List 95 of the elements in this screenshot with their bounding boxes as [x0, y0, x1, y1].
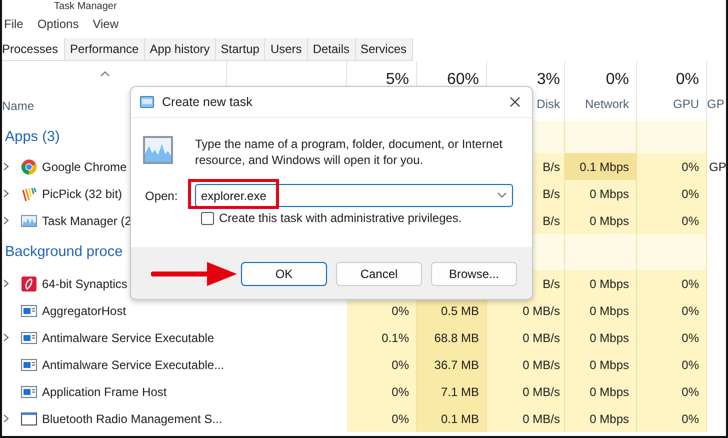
- synaptics-icon: [21, 276, 37, 292]
- table-cell: 0%: [637, 153, 707, 180]
- column-header[interactable]: Disk: [536, 97, 560, 111]
- tab[interactable]: Details: [308, 38, 356, 60]
- tab[interactable]: App history: [144, 38, 216, 60]
- table-cell: GP: [709, 160, 726, 174]
- window-icon: [21, 356, 37, 372]
- process-name: PicPick (32 bit): [42, 186, 122, 200]
- group-heading: Apps (3): [4, 129, 60, 145]
- table-cell: [637, 234, 707, 270]
- column-total: 60%: [446, 71, 479, 90]
- table-cell: 0%: [637, 405, 707, 432]
- window-icon: [21, 384, 37, 400]
- tab[interactable]: Startup: [216, 38, 266, 60]
- table-cell: 0 Mbps: [565, 324, 637, 351]
- chevron-icon[interactable]: [3, 279, 9, 288]
- process-name: Bluetooth Radio Management S...: [42, 412, 222, 426]
- stripes-icon: [21, 186, 37, 202]
- table-cell: 68.8 MB: [417, 324, 487, 351]
- window-icon: [21, 302, 37, 318]
- table-cell: 0.1%: [347, 324, 417, 351]
- table-cell: [565, 234, 637, 270]
- window-icon: [21, 330, 37, 346]
- process-name: Application Frame Host: [42, 384, 167, 398]
- process-name: Antimalware Service Executable: [42, 330, 214, 344]
- menu-item[interactable]: File: [4, 15, 24, 33]
- graph-icon: [143, 136, 173, 164]
- dialog-button[interactable]: Browse...: [431, 262, 517, 286]
- chrome-icon: [21, 158, 37, 174]
- command-field[interactable]: explorer.exe: [195, 184, 513, 207]
- table-cell: 0 MB/s: [487, 351, 565, 378]
- menu-item[interactable]: Options: [37, 15, 79, 33]
- table-cell: 0.1 Mbps: [565, 153, 637, 180]
- chevron-icon[interactable]: [3, 162, 9, 171]
- table-cell: 0%: [637, 351, 707, 378]
- table-cell: 0%: [347, 378, 417, 405]
- table-cell: 0 MB/s: [487, 297, 565, 324]
- dialog-button[interactable]: Cancel: [336, 262, 422, 286]
- tab[interactable]: Performance: [65, 38, 145, 60]
- table-cell: [637, 121, 707, 153]
- table-cell: 0%: [637, 270, 707, 297]
- menu-item[interactable]: View: [92, 15, 118, 33]
- checkbox[interactable]: [201, 212, 214, 224]
- table-cell: 0%: [637, 180, 707, 207]
- process-name: Antimalware Service Executable...: [42, 358, 224, 372]
- graph-icon: [21, 212, 37, 228]
- table-cell: 0 Mbps: [565, 180, 637, 207]
- window-title: Task Manager: [53, 0, 118, 13]
- table-cell: 0 Mbps: [565, 270, 637, 297]
- column-total: 0%: [606, 71, 629, 90]
- table-cell: 0 Mbps: [565, 351, 637, 378]
- table-cell: 0 MB/s: [487, 405, 565, 432]
- chevron-icon[interactable]: [3, 333, 9, 342]
- table-cell: 0 Mbps: [565, 297, 637, 324]
- dialog-title: Create new task: [162, 95, 252, 109]
- table-cell: 0 MB/s: [487, 378, 565, 405]
- process-name: AggregatorHost: [42, 304, 126, 318]
- tab[interactable]: Users: [265, 38, 308, 60]
- table-cell: 0%: [347, 351, 417, 378]
- close-icon[interactable]: [510, 97, 520, 107]
- table-cell: 7.1 MB: [417, 378, 487, 405]
- chevron-icon[interactable]: [3, 414, 9, 423]
- tab[interactable]: Services: [356, 38, 413, 60]
- table-cell: 0 MB/s: [487, 324, 565, 351]
- sort-caret-icon[interactable]: [100, 71, 110, 77]
- column-header[interactable]: GP: [707, 97, 724, 111]
- table-cell: 36.7 MB: [417, 351, 487, 378]
- process-name: Google Chrome: [42, 160, 127, 174]
- column-header[interactable]: Name: [2, 99, 34, 113]
- table-cell: 0%: [637, 207, 707, 234]
- table-cell: 0 Mbps: [565, 207, 637, 234]
- process-name: 64-bit Synaptics: [42, 276, 128, 290]
- table-cell: 0.1 MB: [417, 405, 487, 432]
- column-total: 5%: [386, 71, 409, 90]
- column-total: 0%: [676, 71, 699, 90]
- column-total: 3%: [536, 71, 560, 90]
- chevron-icon[interactable]: [3, 189, 9, 198]
- open-label: Open:: [145, 188, 179, 202]
- tab[interactable]: Processes: [2, 38, 66, 60]
- table-cell: 0%: [637, 297, 707, 324]
- checkbox-label: Create this task with administrative privileges.: [219, 211, 462, 225]
- window-icon: [140, 96, 154, 108]
- table-cell: 0 Mbps: [565, 405, 637, 432]
- table-cell: [565, 121, 637, 153]
- window-icon: [21, 410, 37, 426]
- table-cell: 0%: [637, 378, 707, 405]
- table-cell: 0 Mbps: [565, 378, 637, 405]
- column-header[interactable]: Network: [584, 97, 629, 111]
- dropdown-chevron-icon[interactable]: [497, 192, 507, 198]
- column-header[interactable]: GPU: [672, 97, 699, 111]
- table-cell: 0%: [347, 405, 417, 432]
- group-heading: Background proce: [4, 244, 123, 260]
- table-cell: 0%: [637, 324, 707, 351]
- dialog-button[interactable]: OK: [241, 262, 327, 286]
- chevron-icon[interactable]: [3, 216, 9, 225]
